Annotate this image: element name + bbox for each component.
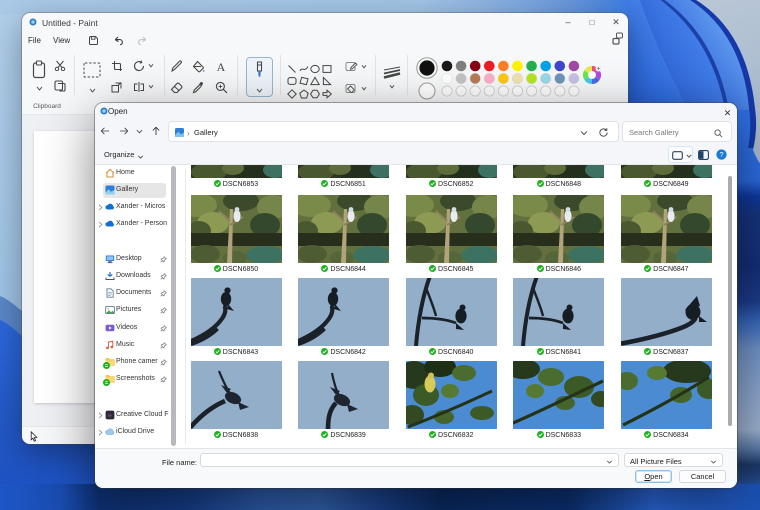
svg-text:?: ? [719, 150, 723, 159]
svg-text:∞: ∞ [108, 413, 112, 419]
